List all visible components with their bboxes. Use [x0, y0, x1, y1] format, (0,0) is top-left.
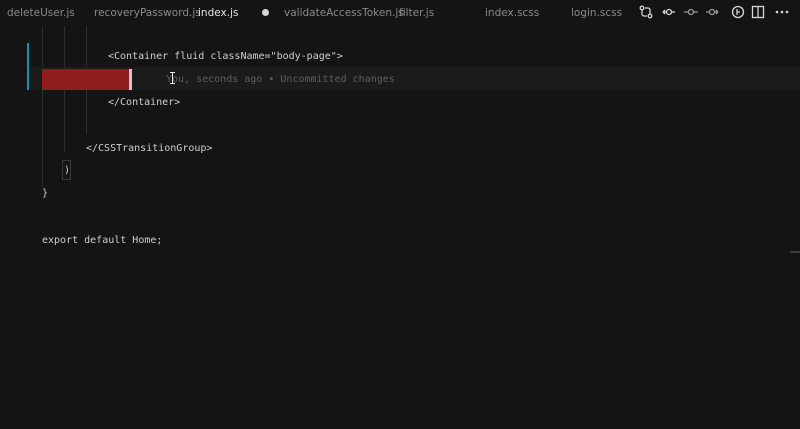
- code-line: </Container>: [108, 97, 181, 108]
- tab-validateaccesstoken[interactable]: validateAccessToken.js: [284, 0, 404, 26]
- git-commit-icon[interactable]: [683, 4, 699, 22]
- overview-ruler-mark: [790, 251, 800, 253]
- tab-login-scss[interactable]: login.scss: [571, 0, 622, 26]
- code-line: }: [42, 188, 49, 199]
- tab-index-js[interactable]: index.js: [198, 0, 238, 26]
- indent-guide: [42, 26, 43, 188]
- tab-index-scss[interactable]: index.scss: [485, 0, 539, 26]
- text-cursor: [129, 69, 132, 90]
- unsaved-dot-icon[interactable]: [262, 9, 269, 16]
- editor-tab-bar: deleteUser.js recoveryPassword.js index.…: [0, 0, 800, 26]
- code-editor[interactable]: <Container fluid className="body-page"> …: [0, 26, 800, 429]
- git-change-indicator[interactable]: [27, 43, 29, 90]
- more-actions-icon[interactable]: [774, 4, 790, 22]
- gitlens-icon[interactable]: [730, 4, 746, 22]
- git-commit-prev-icon[interactable]: [660, 4, 676, 22]
- current-line-highlight: [30, 67, 800, 90]
- code-line: ): [64, 165, 71, 176]
- git-blame-annotation: You, seconds ago • Uncommitted changes: [166, 74, 395, 85]
- mouse-ibeam-icon: [170, 72, 175, 84]
- tab-deleteuser[interactable]: deleteUser.js: [7, 0, 75, 26]
- tab-filter[interactable]: filter.js: [399, 0, 434, 26]
- split-editor-icon[interactable]: [750, 4, 766, 22]
- code-line: <Container fluid className="body-page">: [108, 51, 343, 62]
- source-control-compare-icon[interactable]: [638, 4, 654, 22]
- code-line: export default Home;: [42, 235, 163, 246]
- tab-recoverypassword[interactable]: recoveryPassword.js: [94, 0, 201, 26]
- code-line: </CSSTransitionGroup>: [86, 143, 213, 154]
- deleted-selection: [42, 69, 129, 90]
- git-commit-next-icon[interactable]: [705, 4, 721, 22]
